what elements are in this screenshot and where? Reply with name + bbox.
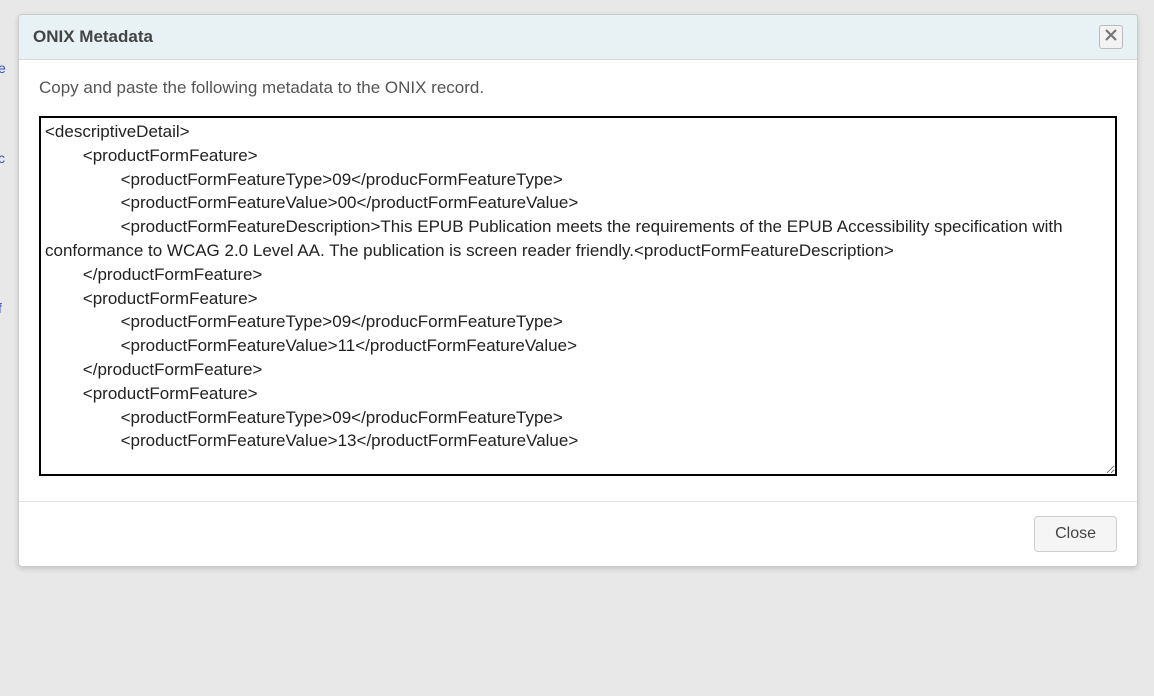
onix-metadata-dialog: ONIX Metadata Copy and paste the followi…	[18, 14, 1138, 567]
background-slivers: e c f	[0, 0, 10, 696]
dialog-footer: Close	[19, 501, 1137, 566]
onix-metadata-textarea[interactable]	[39, 116, 1117, 476]
dialog-title: ONIX Metadata	[33, 27, 153, 47]
dialog-body: Copy and paste the following metadata to…	[19, 60, 1137, 501]
dialog-close-button[interactable]	[1099, 25, 1123, 49]
close-icon	[1105, 28, 1117, 46]
dialog-header: ONIX Metadata	[19, 15, 1137, 60]
close-button[interactable]: Close	[1034, 516, 1117, 552]
instruction-text: Copy and paste the following metadata to…	[39, 78, 1117, 98]
